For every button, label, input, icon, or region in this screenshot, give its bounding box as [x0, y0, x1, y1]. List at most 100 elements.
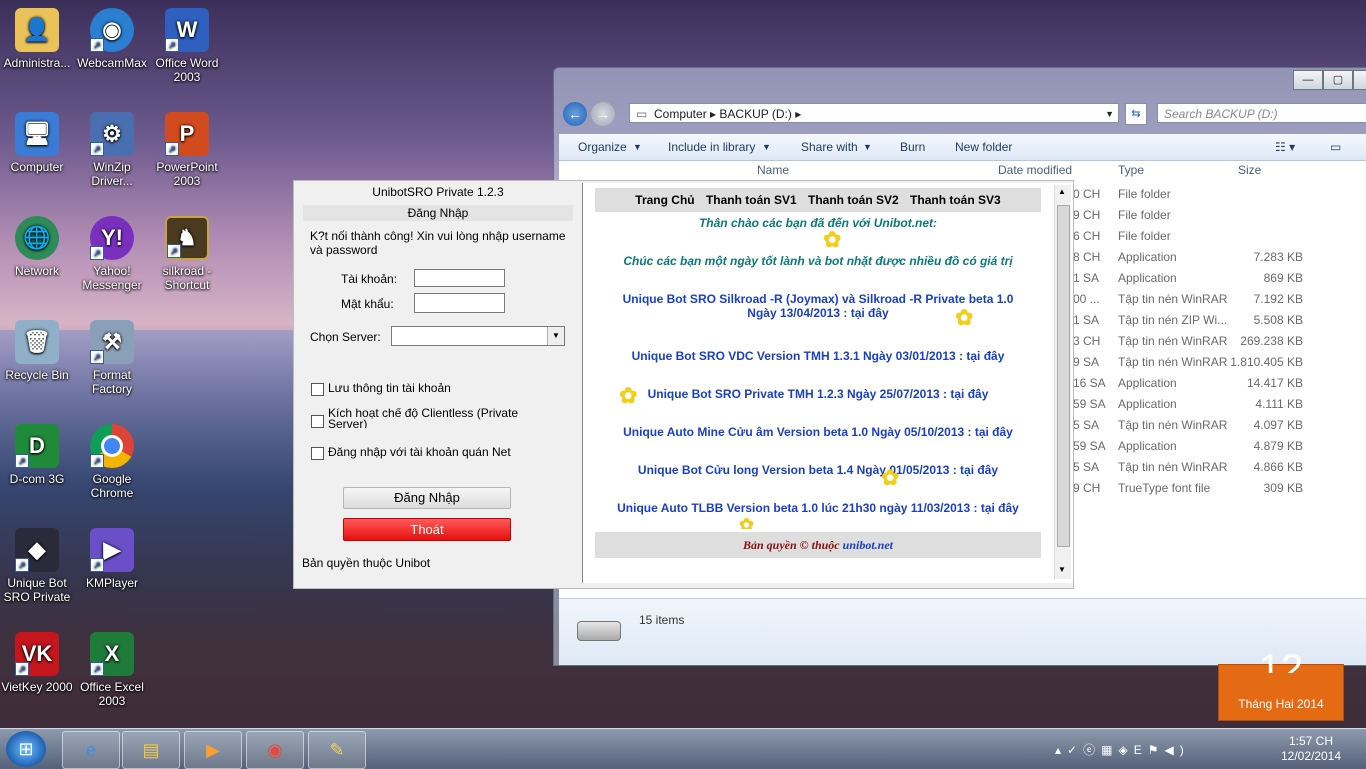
back-arrow-icon[interactable]: ← — [563, 102, 587, 126]
share-with-menu[interactable]: Share with — [801, 140, 858, 154]
preview-pane-icon[interactable]: ▭ — [1330, 140, 1341, 154]
close-button[interactable] — [1353, 70, 1366, 90]
file-date: 1 SA — [1073, 271, 1100, 285]
monitor-tray-icon[interactable]: ▦ — [1101, 743, 1118, 757]
desktop-icon-excel[interactable]: X ↗ Office Excel 2003 — [76, 632, 148, 708]
include-library-menu[interactable]: Include in library — [668, 140, 755, 154]
column-header-type[interactable]: Type — [1118, 163, 1144, 177]
greeting-text: Thân chào các bạn đã đến với Unibot.net: — [698, 216, 938, 230]
recycle-bin-icon: 🗑 — [15, 320, 59, 364]
view-options-icon[interactable]: ☷ ▾ — [1275, 140, 1295, 154]
minimize-button[interactable]: — — [1293, 70, 1323, 90]
download-link[interactable]: tại đây — [950, 387, 988, 401]
download-link[interactable]: tại đây — [975, 425, 1013, 439]
desktop-icon-computer[interactable]: 🖥 Computer — [1, 112, 73, 174]
address-bar[interactable]: ▭ Computer ▸ BACKUP (D:) ▸ ▼ — [629, 103, 1119, 123]
file-size: 14.417 KB — [1246, 376, 1303, 390]
desktop-icon-winzip[interactable]: ⚙ ↗ WinZip Driver... — [76, 112, 148, 188]
desktop-icon-word[interactable]: W ↗ Office Word 2003 — [151, 8, 223, 84]
download-link[interactable]: tại đây — [966, 349, 1004, 363]
login-button[interactable]: Đăng Nhập — [343, 487, 511, 509]
burn-button[interactable]: Burn — [900, 140, 925, 154]
paint-icon[interactable]: ✎ — [308, 731, 366, 769]
flag-tray-icon[interactable]: ⚑ — [1148, 743, 1165, 757]
calendar-gadget[interactable]: 12 Tháng Hai 2014 — [1218, 649, 1344, 721]
net-login-checkbox[interactable] — [311, 447, 324, 460]
desktop-icon-administrator[interactable]: 👤 Administra... — [1, 8, 73, 70]
desktop-icon-powerpoint[interactable]: P ↗ PowerPoint 2003 — [151, 112, 223, 188]
keyboard-tray-icon[interactable]: E — [1134, 743, 1148, 757]
download-link[interactable]: tại đây — [960, 463, 998, 477]
chrome-icon[interactable]: ◉ — [246, 731, 304, 769]
file-type: TrueType font file — [1118, 481, 1211, 495]
nav-sv1-link[interactable]: Thanh toán SV1 — [706, 193, 797, 207]
volume-icon[interactable]: ◀) — [1164, 743, 1189, 757]
column-header-date[interactable]: Date modified — [998, 163, 1072, 177]
scrollbar[interactable]: ▲ ▼ — [1054, 185, 1071, 579]
column-header-size[interactable]: Size — [1238, 163, 1261, 177]
column-header-name[interactable]: Name — [757, 163, 789, 177]
network-icon: 🌐 — [15, 216, 59, 260]
ie-icon[interactable]: e — [62, 731, 120, 769]
desktop-icon-dcom[interactable]: D ↗ D-com 3G — [1, 424, 73, 486]
nav-home-link[interactable]: Trang Chủ — [635, 193, 694, 207]
username-field[interactable] — [414, 269, 505, 287]
desktop-icon-network[interactable]: 🌐 Network — [1, 216, 73, 278]
search-input[interactable]: Search BACKUP (D:) — [1157, 103, 1366, 123]
forward-arrow-icon[interactable]: → — [591, 102, 615, 126]
scroll-up-icon[interactable]: ▲ — [1058, 187, 1066, 196]
command-bar: Organize ▼ Include in library ▼ Share wi… — [559, 134, 1366, 161]
tray-arrow-icon[interactable]: ▴ — [1055, 743, 1067, 757]
desktop-icon-format-factory[interactable]: ⚒ ↗ Format Factory — [76, 320, 148, 396]
refresh-icon[interactable]: ⇆ — [1125, 103, 1147, 125]
copyright-text: Bản quyền thuộc Unibot — [302, 556, 431, 570]
desktop-icon-unique-bot[interactable]: ◆ ↗ Unique Bot SRO Private — [1, 528, 73, 604]
desktop-icon-chrome[interactable]: ↗ Google Chrome — [76, 424, 148, 500]
chevron-down-icon[interactable]: ▼ — [547, 327, 564, 345]
nav-sv2-link[interactable]: Thanh toán SV2 — [808, 193, 899, 207]
desktop-icon-webcammax[interactable]: ◉ ↗ WebcamMax — [76, 8, 148, 70]
clock[interactable]: 1:57 CH 12/02/2014 — [1276, 734, 1346, 764]
desktop-icon-vietkey[interactable]: VK ↗ VietKey 2000 — [1, 632, 73, 694]
download-item-3: Unique Bot SRO Private TMH 1.2.3 Ngày 25… — [647, 387, 989, 401]
scroll-down-icon[interactable]: ▼ — [1058, 565, 1066, 574]
explorer-folder-icon[interactable]: ▤ — [122, 731, 180, 769]
download-link[interactable]: tại đây — [851, 306, 889, 320]
unibot-window[interactable]: UnibotSRO Private 1.2.3 Đăng Nhập K?t nố… — [293, 180, 1074, 589]
system-tray[interactable]: ▴✓ⓔ▦◈E⚑◀) — [1055, 741, 1190, 758]
server-select[interactable]: ▼ — [391, 326, 565, 346]
new-folder-button[interactable]: New folder — [955, 140, 1012, 154]
breadcrumb-computer[interactable]: Computer — [654, 107, 707, 121]
clientless-checkbox[interactable] — [311, 415, 324, 428]
footer-link[interactable]: unibot.net — [843, 538, 893, 552]
file-size: 4.097 KB — [1253, 418, 1303, 432]
webcam-icon: ◉ ↗ — [90, 8, 134, 52]
password-field[interactable] — [414, 293, 505, 313]
breadcrumb-backup[interactable]: BACKUP (D:) — [719, 107, 791, 121]
globe-tray-icon[interactable]: ◈ — [1118, 743, 1133, 757]
save-account-label: Lưu thông tin tài khoản — [328, 381, 451, 395]
network-tray-icon[interactable]: ✓ — [1067, 743, 1083, 757]
flower-icon: ✿ — [955, 305, 974, 330]
powerpoint-icon: P ↗ — [165, 112, 209, 156]
desktop-icon-kmplayer[interactable]: ▶ ↗ KMPlayer — [76, 528, 148, 590]
download-link[interactable]: tại đây — [981, 501, 1019, 515]
flower-icon: ✿ — [881, 465, 900, 490]
desktop-icon-yahoo[interactable]: Y! ↗ Yahoo! Messenger — [76, 216, 148, 292]
exit-button[interactable]: Thoát — [343, 518, 511, 541]
scroll-thumb[interactable] — [1057, 205, 1070, 547]
maximize-button[interactable]: ▢ — [1323, 70, 1353, 90]
nav-sv3-link[interactable]: Thanh toán SV3 — [910, 193, 1001, 207]
e-tray-icon[interactable]: ⓔ — [1083, 743, 1101, 757]
media-player-icon[interactable]: ▶ — [184, 731, 242, 769]
start-button[interactable]: ⊞ — [6, 731, 46, 767]
organize-menu[interactable]: Organize — [578, 140, 627, 154]
flower-icon: ✿ — [823, 227, 842, 252]
web-nav: Trang Chủ Thanh toán SV1 Thanh toán SV2 … — [595, 188, 1041, 212]
net-login-label: Đăng nhập với tài khoản quán Net — [328, 445, 511, 459]
desktop-icon-silkroad[interactable]: ♞ ↗ silkroad - Shortcut — [151, 216, 223, 292]
vietkey-icon: VK ↗ — [15, 632, 59, 676]
address-dropdown-icon[interactable]: ▼ — [1105, 104, 1114, 124]
desktop-icon-recycle-bin[interactable]: 🗑 Recycle Bin — [1, 320, 73, 382]
save-account-checkbox[interactable] — [311, 383, 324, 396]
